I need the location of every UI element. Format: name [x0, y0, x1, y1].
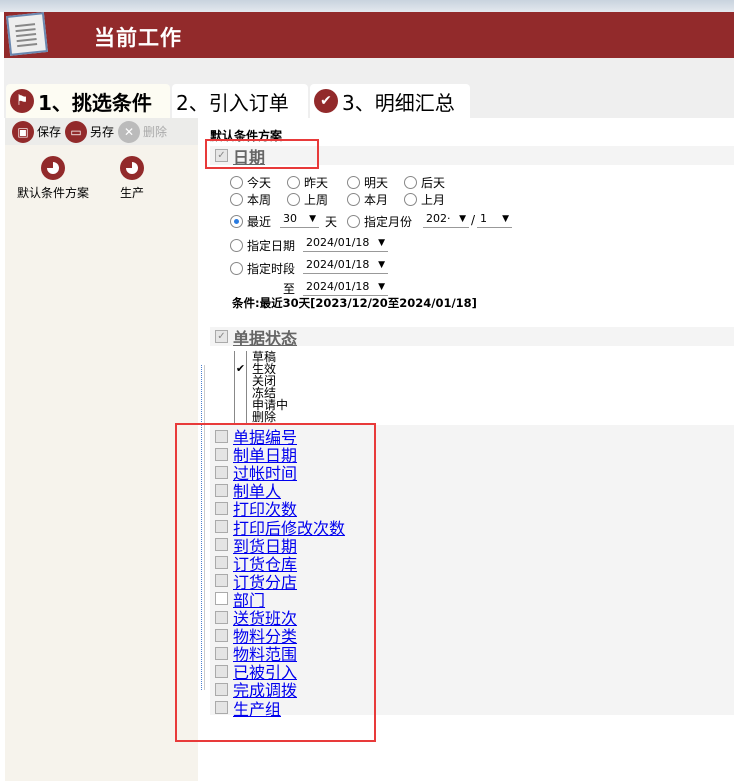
- radio-circle: [230, 262, 243, 275]
- condition-summary: 条件:最近30天[2023/12/20至2024/01/18]: [232, 296, 477, 310]
- radio-today[interactable]: 今天: [230, 174, 271, 191]
- checkbox: [234, 375, 247, 387]
- tab-detail-summary[interactable]: ✔ 3、明细汇总: [310, 84, 470, 118]
- radio-this-week[interactable]: 本周: [230, 191, 271, 208]
- radio-circle: [230, 215, 243, 228]
- radio-circle: [347, 193, 360, 206]
- radio-yesterday[interactable]: 昨天: [287, 174, 328, 191]
- check-icon: ✔: [314, 89, 338, 113]
- recent-days-dropdown[interactable]: 30 ▼: [280, 210, 319, 228]
- scheme-production[interactable]: 生产: [120, 156, 144, 201]
- tab-import-orders[interactable]: 2、引入订单: [172, 84, 308, 118]
- status-section-header: ✓ 单据状态: [210, 327, 734, 348]
- chevron-down-icon: ▼: [378, 259, 385, 270]
- scheme-panel: [5, 118, 198, 781]
- scheme-toolbar: ▣ 保存 ▭ 另存 ✕ 删除: [5, 118, 198, 145]
- chevron-down-icon: ▼: [378, 237, 385, 248]
- chevron-down-icon: ▼: [309, 213, 316, 224]
- radio-circle: [230, 176, 243, 189]
- save-as-button[interactable]: ▭ 另存: [65, 120, 114, 143]
- checkbox: ✔: [234, 362, 247, 375]
- radio-circle: [404, 193, 417, 206]
- flag-icon: ⚑: [10, 89, 34, 113]
- checkbox: [234, 387, 247, 399]
- radio-circle: [347, 215, 360, 228]
- highlight-box: [205, 139, 319, 169]
- delete-button[interactable]: ✕ 删除: [118, 120, 167, 143]
- chevron-down-icon: ▼: [378, 281, 385, 292]
- radio-circle: [347, 176, 360, 189]
- month-year-dropdown[interactable]: 202· ▼: [423, 210, 469, 228]
- radio-last-month[interactable]: 上月: [404, 191, 445, 208]
- chevron-down-icon: ▼: [459, 213, 466, 224]
- radio-circle: [287, 176, 300, 189]
- radio-circle: [287, 193, 300, 206]
- window-title: 当前工作: [94, 26, 182, 50]
- month-dropdown[interactable]: 1 ▼: [477, 210, 512, 228]
- desktop-strip: [0, 0, 734, 12]
- status-deleted[interactable]: 删除: [229, 411, 276, 423]
- tab-filter-conditions[interactable]: ⚑ 1、挑选条件: [6, 84, 170, 118]
- radio-month[interactable]: 指定月份: [347, 213, 412, 230]
- radio-circle: [230, 193, 243, 206]
- day-unit: 天: [325, 215, 338, 229]
- radio-tomorrow[interactable]: 明天: [347, 174, 388, 191]
- range-to-picker[interactable]: 2024/01/18 ▼: [303, 278, 388, 296]
- radio-circle: [404, 176, 417, 189]
- highlight-box: [175, 423, 376, 742]
- radio-this-month[interactable]: 本月: [347, 191, 388, 208]
- floppy-disk-icon: ▣: [12, 120, 34, 143]
- month-separator: /: [471, 213, 476, 227]
- document-logo-icon: [6, 12, 48, 56]
- checkbox: [234, 411, 247, 423]
- close-icon: ✕: [118, 120, 141, 143]
- radio-circle: [230, 239, 243, 252]
- chevron-down-icon: ▼: [502, 213, 509, 224]
- status-section-checkbox[interactable]: ✓: [215, 330, 228, 343]
- range-from-picker[interactable]: 2024/01/18 ▼: [303, 256, 388, 274]
- checkbox: [234, 399, 247, 411]
- pie-chart-icon: [120, 156, 144, 180]
- pie-chart-icon: [41, 156, 65, 180]
- radio-specific-date[interactable]: 指定日期: [230, 237, 295, 254]
- save-button[interactable]: ▣ 保存: [12, 120, 61, 143]
- radio-last-week[interactable]: 上周: [287, 191, 328, 208]
- radio-day-after[interactable]: 后天: [404, 174, 445, 191]
- radio-date-range[interactable]: 指定时段: [230, 260, 295, 277]
- scheme-default[interactable]: 默认条件方案: [17, 156, 89, 201]
- specific-date-picker[interactable]: 2024/01/18 ▼: [303, 234, 388, 252]
- radio-recent[interactable]: 最近: [230, 213, 271, 230]
- folder-icon: ▭: [65, 120, 88, 143]
